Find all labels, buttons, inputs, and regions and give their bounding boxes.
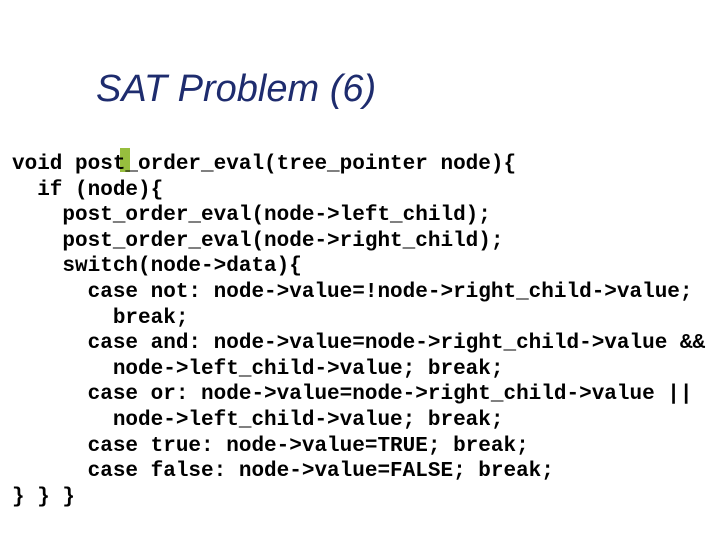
code-block: void post_order_eval(tree_pointer node){… [12,152,708,511]
code-line: case or: node->value=node->right_child->… [12,383,693,406]
code-line: node->left_child->value; break; [12,409,503,432]
slide-title: SAT Problem (6) [96,68,376,110]
code-line: post_order_eval(node->left_child); [12,204,491,227]
code-line: if (node){ [12,179,163,202]
code-line: node->left_child->value; break; [12,358,503,381]
code-line: switch(node->data){ [12,255,302,278]
code-line: post_order_eval(node->right_child); [12,230,503,253]
code-line: case not: node->value=!node->right_child… [12,281,693,304]
code-line: break; [12,307,188,330]
code-line: void post_order_eval(tree_pointer node){ [12,153,516,176]
slide: SAT Problem (6) void post_order_eval(tre… [0,0,720,540]
code-line: } } } [12,486,75,509]
title-block: SAT Problem (6) [60,68,376,111]
code-line: case true: node->value=TRUE; break; [12,435,529,458]
code-line: case and: node->value=node->right_child-… [12,332,705,355]
code-line: case false: node->value=FALSE; break; [12,460,554,483]
